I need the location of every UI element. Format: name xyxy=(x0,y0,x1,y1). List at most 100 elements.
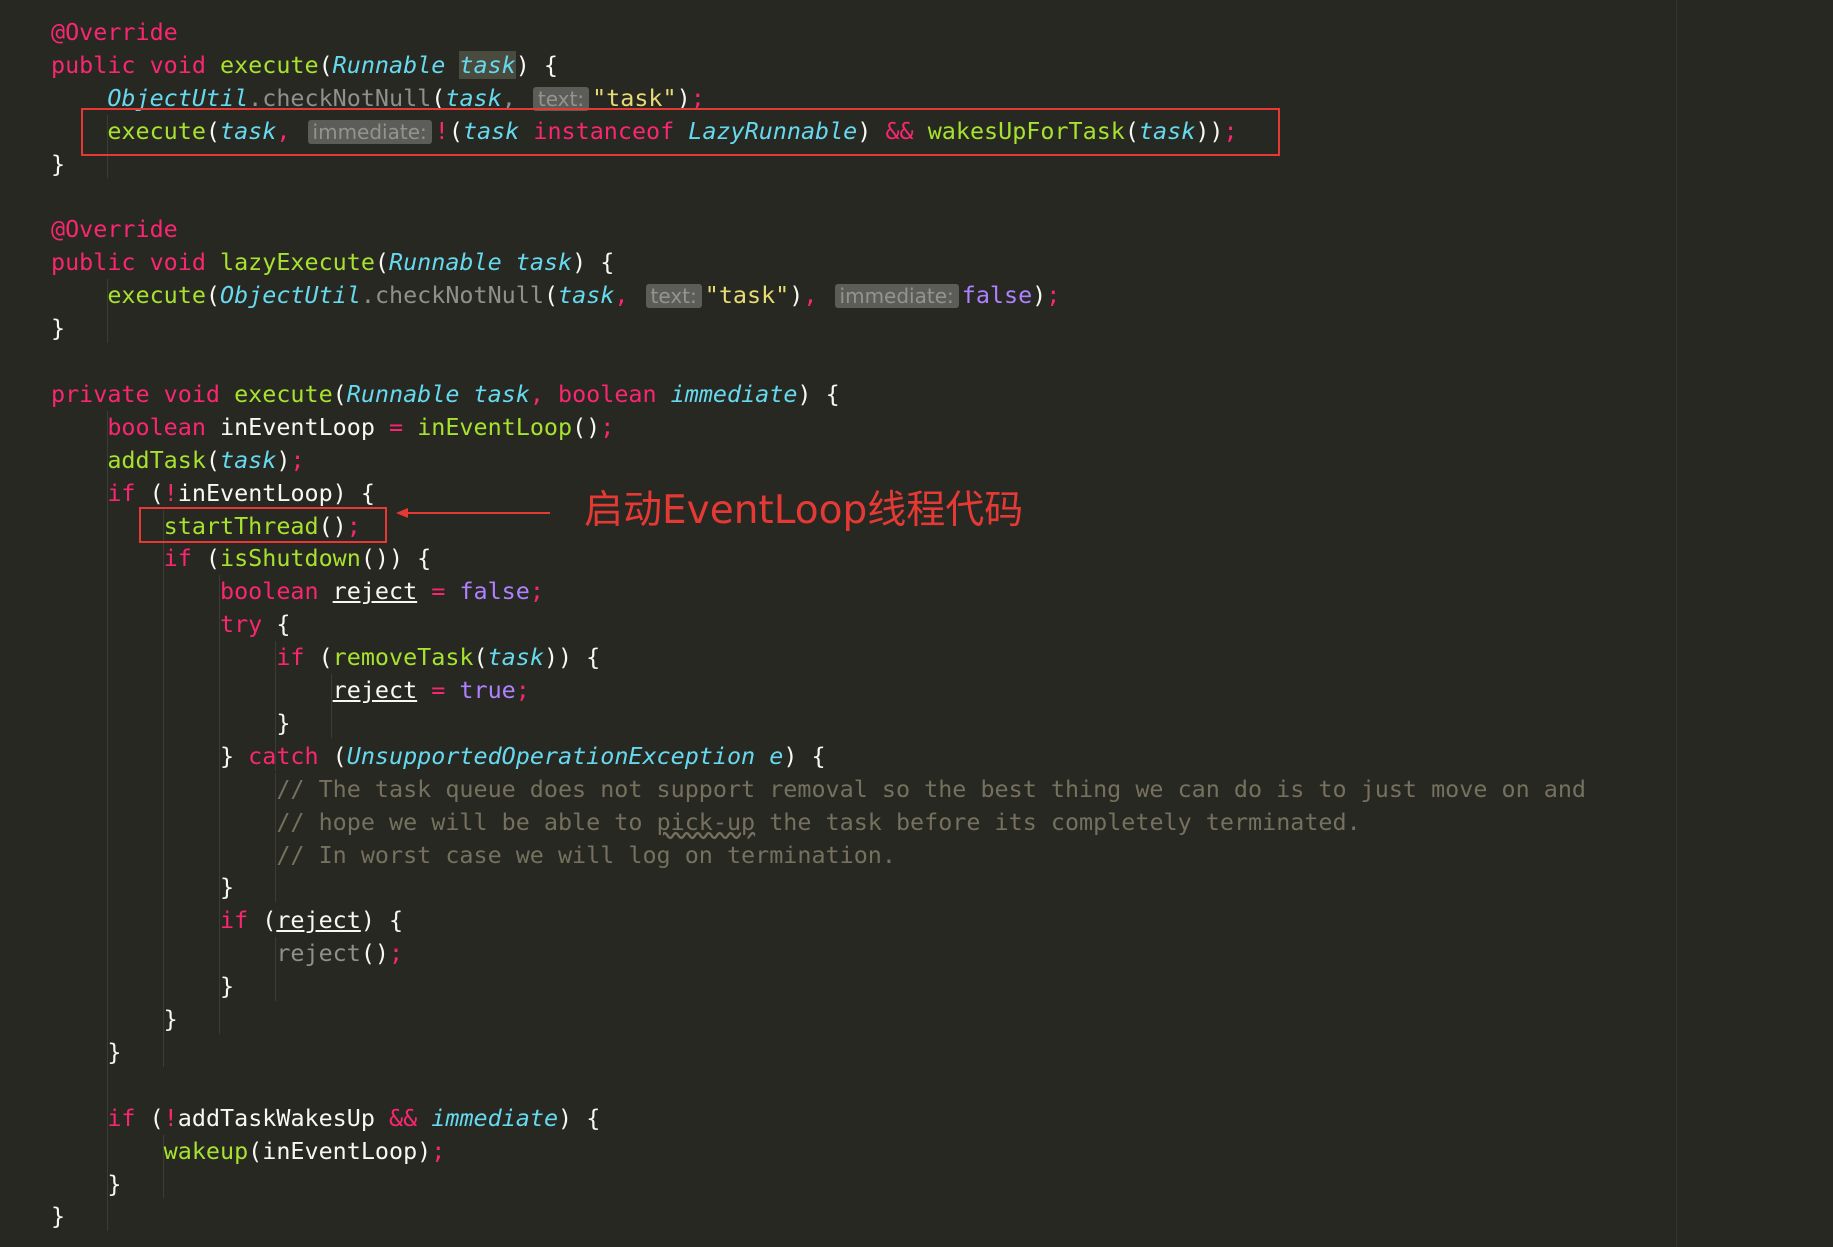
code-token: if xyxy=(107,1103,150,1132)
code-token: ( xyxy=(262,906,277,935)
code-line: @Override xyxy=(51,213,178,245)
code-token: ( xyxy=(149,1103,164,1132)
code-token: ) xyxy=(1032,281,1047,310)
code-token: } xyxy=(51,1037,122,1066)
code-token: Runnable xyxy=(346,379,474,408)
code-token: task xyxy=(515,248,573,277)
code-line: public void lazyExecute(Runnable task) { xyxy=(51,246,614,278)
code-token: task xyxy=(558,281,615,310)
code-token: catch xyxy=(248,741,333,770)
parameter-hint: text: xyxy=(645,284,702,309)
code-token: ( xyxy=(318,50,333,79)
code-token: // In worst case we will log on terminat… xyxy=(276,840,896,869)
code-line: boolean inEventLoop = inEventLoop(); xyxy=(51,411,614,443)
annotation-arrow-icon xyxy=(396,508,550,518)
code-line: addTask(task); xyxy=(51,444,304,476)
code-token: } xyxy=(51,149,66,178)
code-token: )) { xyxy=(543,643,601,672)
code-line: } xyxy=(51,148,65,180)
code-token: ( xyxy=(318,643,333,672)
code-token: private void xyxy=(51,379,235,408)
code-token: ! xyxy=(163,1103,178,1132)
code-token: ( xyxy=(205,544,221,573)
code-token: ) { xyxy=(797,379,840,408)
code-token: wakeup xyxy=(163,1136,249,1165)
code-line: if (!inEventLoop) { xyxy=(51,477,375,509)
code-token: task xyxy=(487,643,544,672)
code-token: } xyxy=(51,741,249,770)
code-token: the task before its completely terminate… xyxy=(755,807,1361,836)
annotation-label: 启动EventLoop线程代码 xyxy=(584,488,1024,533)
code-token: (inEventLoop) xyxy=(248,1136,432,1165)
code-token: // The task queue does not support remov… xyxy=(276,774,1586,803)
code-token: ( xyxy=(149,478,164,507)
code-line: } xyxy=(51,1200,65,1232)
code-token: Runnable xyxy=(332,50,460,79)
code-token: = xyxy=(389,412,418,441)
code-token: } xyxy=(51,1005,178,1033)
code-token: false xyxy=(961,281,1033,310)
code-token: , xyxy=(614,281,643,310)
code-token: if xyxy=(276,643,319,672)
code-line: execute(ObjectUtil.checkNotNull(task, te… xyxy=(51,279,1060,311)
code-line: if (isShutdown()) { xyxy=(51,542,432,574)
code-token: ! xyxy=(163,478,178,507)
code-token: execute xyxy=(107,281,206,310)
code-token: false xyxy=(459,577,530,606)
code-line: } xyxy=(51,707,290,739)
code-line: if (!addTaskWakesUp && immediate) { xyxy=(51,1102,600,1134)
code-token: reject xyxy=(276,939,361,968)
parameter-hint: immediate: xyxy=(834,284,959,309)
code-line: if (removeTask(task)) { xyxy=(51,641,600,673)
code-token: , xyxy=(803,281,832,310)
code-token: } xyxy=(51,314,66,343)
code-line: public void execute(Runnable task) { xyxy=(51,49,558,81)
code-line: } xyxy=(51,312,65,344)
code-token: ; xyxy=(431,1136,446,1165)
code-line: } xyxy=(51,871,234,903)
code-token: } xyxy=(51,1202,66,1231)
code-token: . xyxy=(360,281,375,310)
code-token: ) { xyxy=(515,50,559,79)
code-line: if (reject) { xyxy=(51,904,403,936)
code-token: ; xyxy=(529,577,544,606)
highlight-box-execute-call xyxy=(81,108,1280,156)
code-token: ) xyxy=(789,281,804,310)
code-editor[interactable]: @Override public void execute(Runnable ta… xyxy=(0,0,1833,1247)
code-token: true xyxy=(459,676,516,704)
code-token: pick-up xyxy=(656,807,756,836)
code-token: isShutdown xyxy=(220,544,361,573)
code-token: task xyxy=(473,379,530,408)
code-token: ; xyxy=(1046,281,1061,310)
code-token: ) { xyxy=(360,906,404,935)
code-token: ; xyxy=(600,412,615,441)
code-token: task xyxy=(459,50,516,79)
code-token: ()) { xyxy=(360,544,432,573)
code-token: public void xyxy=(51,50,220,79)
code-token: public void xyxy=(51,248,220,277)
code-token: reject xyxy=(332,676,418,704)
code-token: reject xyxy=(276,906,361,935)
code-line: reject = true; xyxy=(51,674,530,706)
code-token: , boolean xyxy=(529,379,671,408)
code-token: if xyxy=(220,906,263,935)
code-token: UnsupportedOperationException xyxy=(346,741,770,770)
code-token: ( xyxy=(205,281,221,310)
code-token: immediate xyxy=(670,379,798,408)
code-token: ( xyxy=(374,248,389,277)
code-line: @Override xyxy=(51,16,178,48)
code-token: () xyxy=(360,939,389,968)
code-token: inEventLoop) { xyxy=(177,478,375,507)
code-token: = xyxy=(431,676,460,704)
code-token: checkNotNull xyxy=(374,281,544,310)
code-token: addTask xyxy=(107,445,206,474)
code-line: } catch (UnsupportedOperationException e… xyxy=(51,740,826,772)
code-token: boolean xyxy=(107,412,221,441)
code-token: () xyxy=(572,412,601,441)
